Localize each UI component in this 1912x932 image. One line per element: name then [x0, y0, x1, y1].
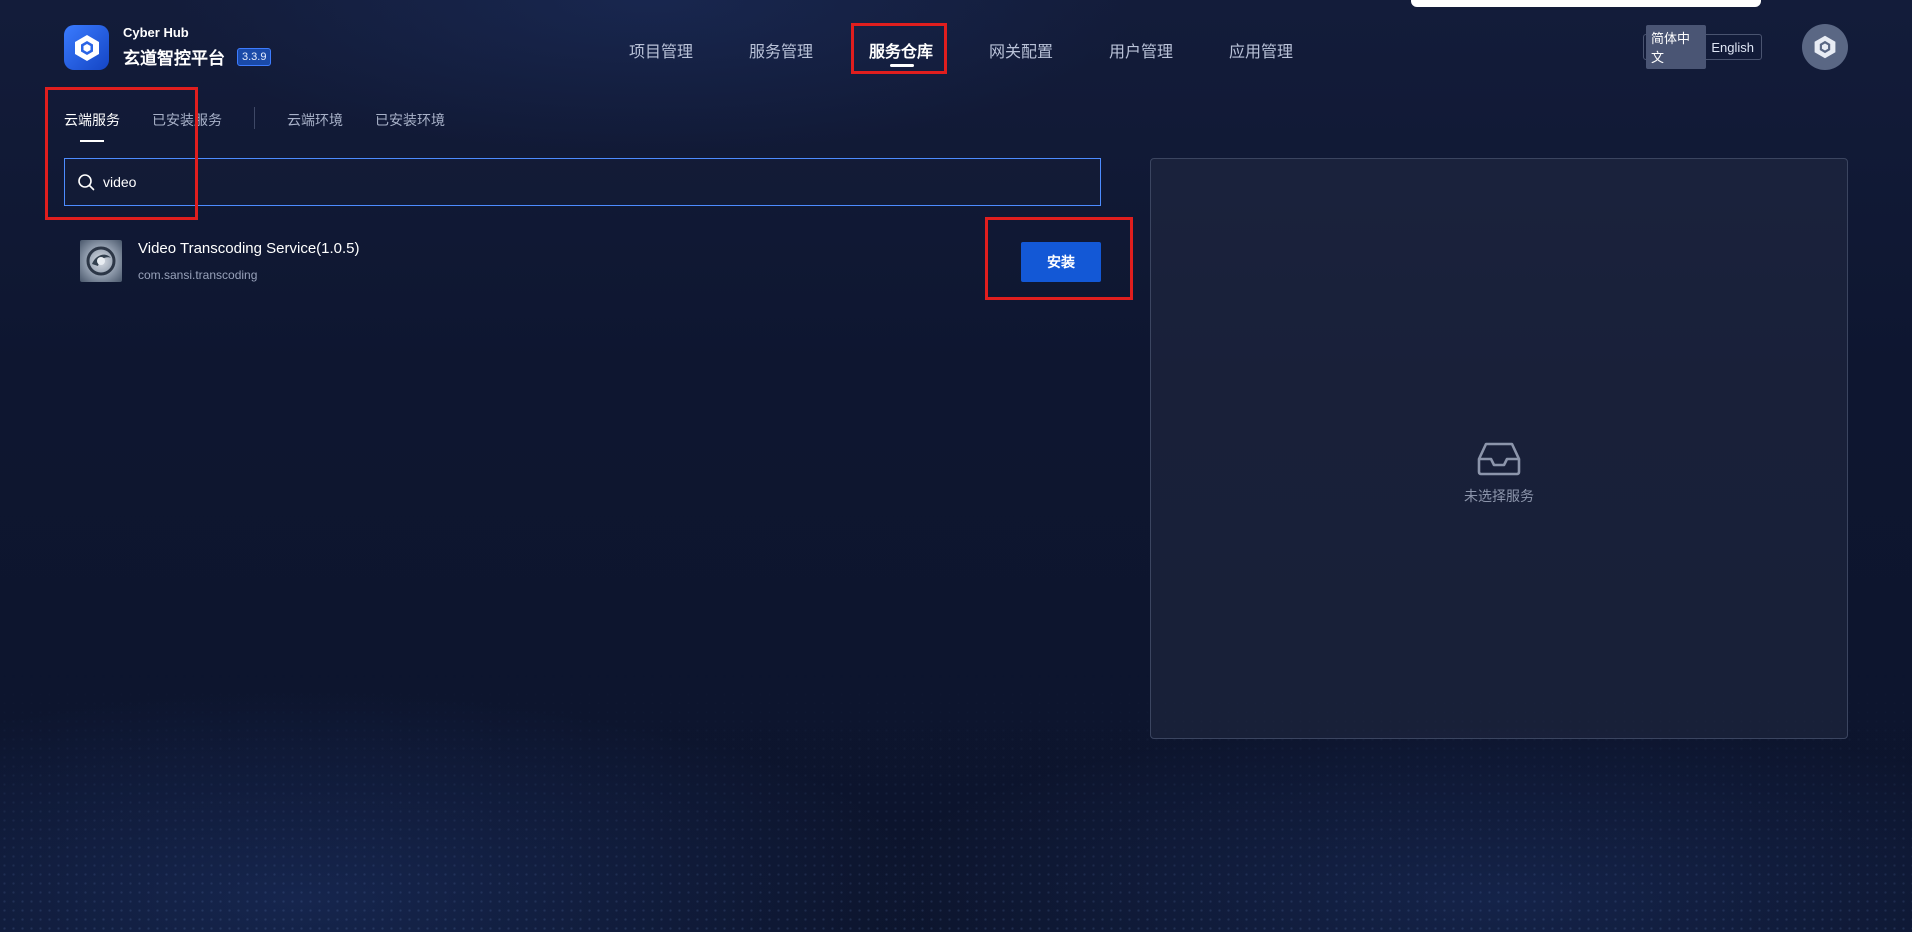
search-box[interactable] [64, 158, 1101, 206]
language-switch: 简体中文 English [1643, 25, 1762, 69]
subtab-cloud-services[interactable]: 云端服务 [64, 110, 120, 130]
inbox-icon [1477, 442, 1521, 476]
nav-item-users[interactable]: 用户管理 [1109, 38, 1173, 62]
brand-name-cn: 玄道智控平台 [123, 49, 225, 68]
lang-option-zh[interactable]: 简体中文 [1646, 25, 1707, 69]
nav-active-indicator [890, 64, 914, 67]
subtab-divider [254, 107, 255, 129]
avatar[interactable] [1802, 24, 1848, 70]
install-button[interactable]: 安装 [1021, 242, 1101, 282]
nav-item-apps[interactable]: 应用管理 [1229, 38, 1293, 62]
avatar-logo-icon [1814, 35, 1836, 59]
search-icon [78, 174, 95, 191]
version-badge: 3.3.9 [237, 47, 272, 66]
brand[interactable]: Cyber Hub 玄道智控平台 3.3.9 [64, 25, 272, 70]
empty-state-text: 未选择服务 [1464, 488, 1534, 504]
brand-name-en: Cyber Hub [123, 25, 189, 40]
nav-item-gateway[interactable]: 网关配置 [989, 38, 1053, 62]
service-detail-panel: 未选择服务 [1150, 158, 1848, 739]
nav-item-service-management[interactable]: 服务管理 [749, 38, 813, 62]
subtab-installed-services[interactable]: 已安装服务 [152, 110, 222, 130]
lang-option-en[interactable]: English [1706, 37, 1759, 58]
nav-item-service-repository[interactable]: 服务仓库 [869, 38, 933, 62]
subtab-cloud-environments[interactable]: 云端环境 [287, 110, 343, 130]
search-input[interactable] [103, 174, 1003, 190]
brand-text: Cyber Hub 玄道智控平台 3.3.9 [123, 25, 272, 69]
subtab-installed-environments[interactable]: 已安装环境 [375, 110, 445, 130]
nav-item-projects[interactable]: 项目管理 [629, 38, 693, 62]
service-title[interactable]: Video Transcoding Service(1.0.5) [138, 240, 360, 257]
empty-state: 未选择服务 [1151, 441, 1847, 506]
subtab-active-indicator [80, 140, 104, 142]
top-popup-edge [1411, 0, 1761, 7]
hexagon-logo-icon [64, 25, 109, 70]
service-icon [80, 240, 122, 282]
page: Cyber Hub 玄道智控平台 3.3.9 项目管理 服务管理 服务仓库 网关… [0, 0, 1912, 932]
service-package-name: com.sansi.transcoding [138, 268, 258, 282]
